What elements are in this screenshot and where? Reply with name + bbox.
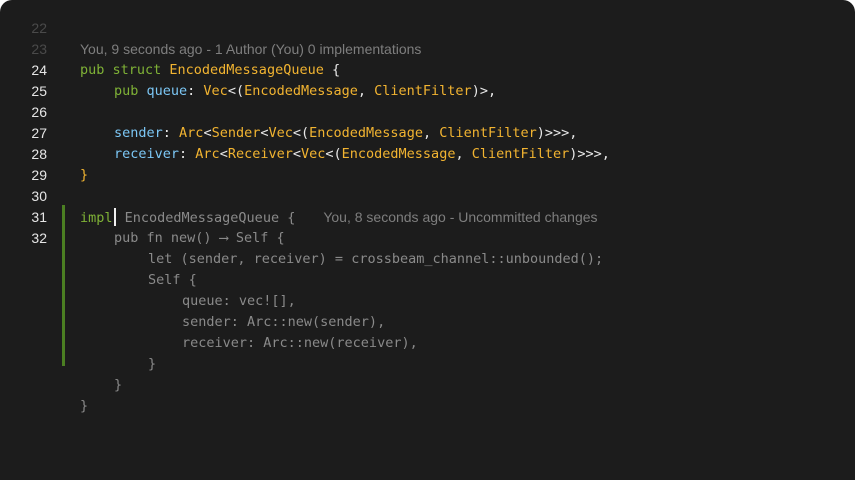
code-text: queue: vec![], bbox=[182, 293, 296, 309]
code-text: Self { bbox=[148, 272, 197, 288]
code-text: pub queue: Vec<(EncodedMessage, ClientFi… bbox=[114, 83, 497, 99]
code-line[interactable]: 26 bbox=[0, 102, 855, 123]
code-text: pub struct EncodedMessageQueue { bbox=[80, 62, 341, 78]
line-number: 24 bbox=[31, 62, 47, 78]
code-text: impl EncodedMessageQueue {You, 8 seconds… bbox=[80, 208, 598, 226]
code-editor-window: 22 23 You, 9 seconds ago - 1 Author (You… bbox=[0, 0, 855, 480]
code-line[interactable]: 23 You, 9 seconds ago - 1 Author (You) 0… bbox=[0, 39, 855, 60]
codelens-blame-header[interactable]: You, 9 seconds ago - 1 Author (You) 0 im… bbox=[80, 39, 421, 60]
code-text: } bbox=[148, 356, 157, 372]
code-line[interactable]: sender: Arc::new(sender), bbox=[0, 312, 855, 333]
line-number: 32 bbox=[31, 230, 47, 246]
editor-area[interactable]: 22 23 You, 9 seconds ago - 1 Author (You… bbox=[0, 18, 855, 480]
code-text: sender: Arc::new(sender), bbox=[182, 314, 386, 330]
code-text: sender: Arc<Sender<Vec<(EncodedMessage, … bbox=[114, 125, 578, 141]
line-number: 28 bbox=[31, 146, 47, 162]
code-line[interactable]: Self { bbox=[0, 270, 855, 291]
code-text: pub fn new() ⟶ Self { bbox=[114, 230, 285, 246]
code-text: } bbox=[114, 377, 123, 393]
code-line[interactable]: } bbox=[0, 375, 855, 396]
code-line[interactable]: queue: vec![], bbox=[0, 291, 855, 312]
text-cursor bbox=[113, 208, 116, 226]
line-number: 23 bbox=[31, 41, 47, 57]
code-line[interactable]: 25 pub queue: Vec<(EncodedMessage, Clien… bbox=[0, 81, 855, 102]
line-number: 29 bbox=[31, 167, 47, 183]
code-line[interactable]: 32 pub fn new() ⟶ Self { bbox=[0, 228, 855, 249]
code-line[interactable]: 28 receiver: Arc<Receiver<Vec<(EncodedMe… bbox=[0, 144, 855, 165]
code-line[interactable]: 29 } bbox=[0, 165, 855, 186]
code-text: } bbox=[80, 398, 89, 414]
code-text: let (sender, receiver) = crossbeam_chann… bbox=[148, 251, 604, 267]
inline-blame-annotation[interactable]: You, 8 seconds ago - Uncommitted changes bbox=[323, 209, 597, 225]
line-number: 25 bbox=[31, 83, 47, 99]
code-line[interactable]: 30 bbox=[0, 186, 855, 207]
code-line[interactable]: } bbox=[0, 396, 855, 417]
code-line[interactable]: 24 pub struct EncodedMessageQueue { bbox=[0, 60, 855, 81]
line-number: 27 bbox=[31, 125, 47, 141]
code-line[interactable]: receiver: Arc::new(receiver), bbox=[0, 333, 855, 354]
line-number: 26 bbox=[31, 104, 47, 120]
code-text: receiver: Arc<Receiver<Vec<(EncodedMessa… bbox=[114, 146, 610, 162]
line-number: 31 bbox=[31, 209, 47, 225]
code-line[interactable]: let (sender, receiver) = crossbeam_chann… bbox=[0, 249, 855, 270]
code-line[interactable]: } bbox=[0, 354, 855, 375]
code-line[interactable]: 27 sender: Arc<Sender<Vec<(EncodedMessag… bbox=[0, 123, 855, 144]
code-text: receiver: Arc::new(receiver), bbox=[182, 335, 418, 351]
code-line[interactable]: 22 bbox=[0, 18, 855, 39]
line-number: 22 bbox=[31, 20, 47, 36]
code-text: } bbox=[80, 167, 89, 183]
code-line[interactable]: 31 impl EncodedMessageQueue {You, 8 seco… bbox=[0, 207, 855, 228]
line-number: 30 bbox=[31, 188, 47, 204]
